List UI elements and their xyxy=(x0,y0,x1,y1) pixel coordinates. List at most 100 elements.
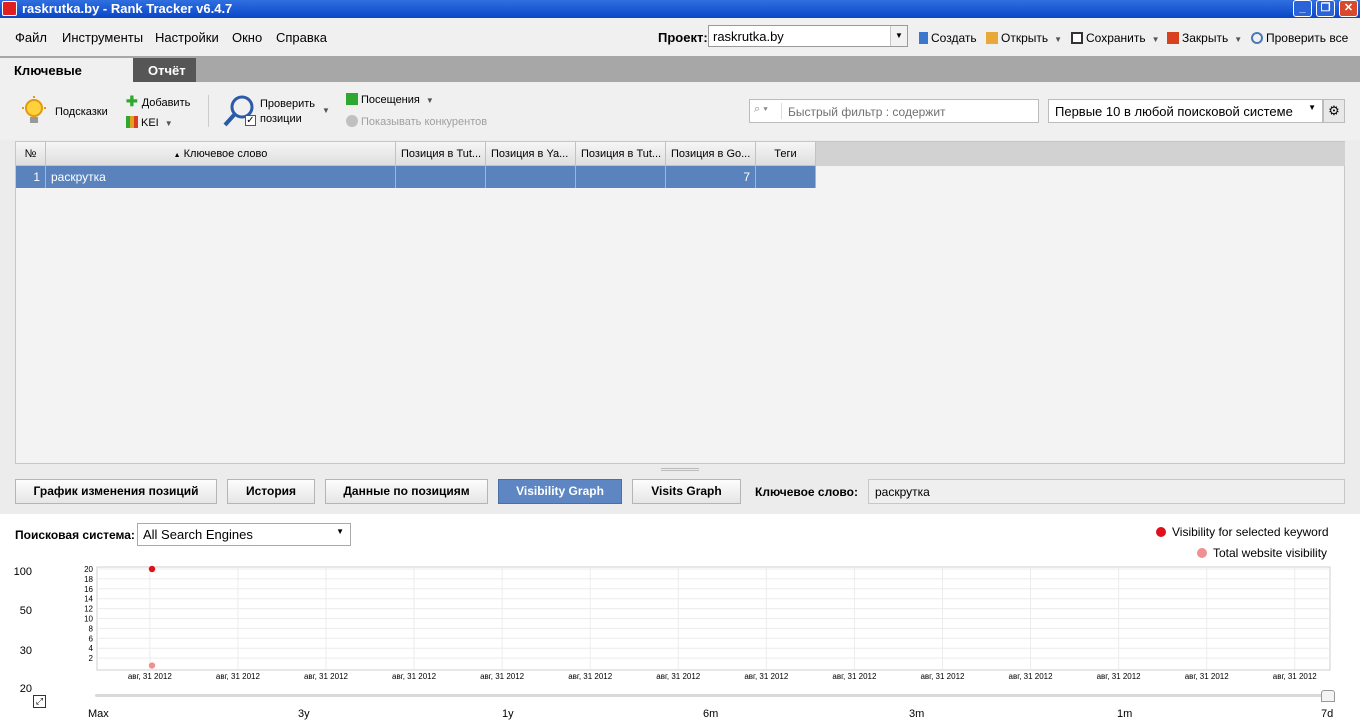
column-header-number[interactable]: № xyxy=(16,142,46,166)
show-competitors-button[interactable]: Показывать конкурентов xyxy=(346,115,487,128)
menu-window[interactable]: Окно xyxy=(232,30,262,45)
kei-button[interactable]: KEI ▼ xyxy=(126,116,173,129)
timeline-label[interactable]: 1m xyxy=(1117,708,1132,720)
timeline-label[interactable]: Max xyxy=(88,708,109,720)
left-axis-tick: 30 xyxy=(19,645,32,657)
check-positions-label-2: позиции xyxy=(260,113,302,125)
y-tick-label: 10 xyxy=(84,615,93,624)
y-tick-label: 8 xyxy=(89,624,94,633)
menu-tools[interactable]: Инструменты xyxy=(62,30,143,45)
keywords-table: № ▲ Ключевое слово Позиция в Tut... Пози… xyxy=(15,141,1345,464)
y-tick-label: 14 xyxy=(84,595,93,604)
maximize-button[interactable]: ❐ xyxy=(1316,0,1335,17)
tab-visits-graph[interactable]: Visits Graph xyxy=(632,479,741,504)
keyword-label: Ключевое слово: xyxy=(755,485,858,499)
visits-button[interactable]: Посещения ▼ xyxy=(346,93,434,106)
legend-dot-selected xyxy=(1156,527,1166,537)
tab-position-graph[interactable]: График изменения позиций xyxy=(15,479,217,504)
app-icon xyxy=(2,1,17,16)
project-select[interactable]: raskrutka.by ▼ xyxy=(708,25,908,47)
y-tick-label: 12 xyxy=(84,605,93,614)
sort-asc-icon: ▲ xyxy=(173,152,181,159)
timeline-slider-handle[interactable] xyxy=(1321,690,1335,702)
legend-total: Total website visibility xyxy=(1197,546,1327,560)
save-button[interactable]: Сохранить ▼ xyxy=(1071,31,1160,45)
minimize-button[interactable]: _ xyxy=(1293,0,1312,17)
create-button[interactable]: Создать xyxy=(919,31,977,45)
x-tick-label: авг, 31 2012 xyxy=(832,672,877,681)
quick-filter-input[interactable]: ⌕ ▾ Быстрый фильтр : содержит xyxy=(749,99,1039,123)
title-bar: raskrutka.by - Rank Tracker v6.4.7 _ ❐ ✕ xyxy=(0,0,1360,18)
check-all-button[interactable]: Проверить все xyxy=(1251,31,1348,45)
tab-position-data[interactable]: Данные по позициям xyxy=(325,479,488,504)
refresh-icon xyxy=(1251,32,1263,44)
header-filler xyxy=(816,142,1345,166)
timeline-label[interactable]: 1y xyxy=(502,708,514,720)
row-pos-tut1 xyxy=(396,166,486,188)
menu-help[interactable]: Справка xyxy=(276,30,327,45)
left-axis-tick: 20 xyxy=(19,683,32,695)
project-value: raskrutka.by xyxy=(713,29,784,44)
row-number: 1 xyxy=(16,166,46,188)
y-tick-label: 2 xyxy=(89,654,94,663)
check-positions-label[interactable]: Проверить xyxy=(260,98,315,110)
folder-icon xyxy=(986,32,998,44)
lightbulb-icon xyxy=(20,96,48,126)
x-tick-label: авг, 31 2012 xyxy=(1185,672,1230,681)
panel-splitter[interactable] xyxy=(661,468,699,471)
tab-visibility-graph[interactable]: Visibility Graph xyxy=(498,479,622,504)
search-engine-label: Поисковая система: xyxy=(15,528,135,542)
x-tick-label: авг, 31 2012 xyxy=(1097,672,1142,681)
x-tick-label: авг, 31 2012 xyxy=(216,672,261,681)
chevron-down-icon: ▼ xyxy=(164,119,173,128)
search-icon[interactable]: ⌕ ▾ xyxy=(754,103,782,119)
left-axis-tick: 50 xyxy=(19,605,32,617)
left-axis-tick: 100 xyxy=(13,566,32,578)
open-button[interactable]: Открыть ▼ xyxy=(986,31,1062,45)
gear-icon[interactable]: ⚙ xyxy=(1323,99,1345,123)
visibility-chart: 2468101214161820 авг, 31 2012 авг, 31 2012… xyxy=(84,565,1331,681)
toolbar-divider xyxy=(208,95,209,127)
column-header-pos-tut2[interactable]: Позиция в Tut... xyxy=(576,142,666,166)
y-tick-label: 20 xyxy=(84,565,93,574)
x-tick-label: авг, 31 2012 xyxy=(1273,672,1318,681)
column-header-tags[interactable]: Теги xyxy=(756,142,816,166)
timeline-label[interactable]: 7d xyxy=(1321,708,1333,720)
add-keyword-button[interactable]: ✚ Добавить xyxy=(126,93,190,110)
close-project-button[interactable]: Закрыть ▼ xyxy=(1167,31,1242,45)
x-tick-label: авг, 31 2012 xyxy=(920,672,965,681)
chevron-down-icon[interactable]: ▼ xyxy=(890,26,907,46)
x-tick-label: авг, 31 2012 xyxy=(656,672,701,681)
column-header-pos-tut1[interactable]: Позиция в Tut... xyxy=(396,142,486,166)
chevron-down-icon: ▼ xyxy=(1234,35,1243,44)
timeline-label[interactable]: 6m xyxy=(703,708,718,720)
close-window-button[interactable]: ✕ xyxy=(1339,0,1358,17)
hints-button[interactable]: Подсказки xyxy=(55,106,108,118)
column-header-pos-yandex[interactable]: Позиция в Ya... xyxy=(486,142,576,166)
row-pos-google: 7 xyxy=(666,166,756,188)
y-tick-label: 18 xyxy=(84,575,93,584)
chevron-down-icon[interactable]: ▼ xyxy=(322,106,330,115)
search-engine-select[interactable]: All Search Engines ▼ xyxy=(137,523,351,546)
menu-file[interactable]: Файл xyxy=(15,30,47,45)
tab-keywords[interactable]: Ключевые слова xyxy=(0,58,133,93)
timeline-label[interactable]: 3y xyxy=(298,708,310,720)
check-positions-checkbox[interactable]: ✓ xyxy=(245,115,256,126)
x-tick-label: авг, 31 2012 xyxy=(744,672,789,681)
tab-history[interactable]: История xyxy=(227,479,315,504)
column-header-keyword[interactable]: ▲ Ключевое слово xyxy=(46,142,396,166)
menu-settings[interactable]: Настройки xyxy=(155,30,219,45)
top-results-select[interactable]: Первые 10 в любой поисковой системе ▼ xyxy=(1048,99,1323,123)
y-tick-label: 6 xyxy=(89,634,94,643)
chevron-down-icon: ▼ xyxy=(1308,103,1316,112)
x-tick-label: авг, 31 2012 xyxy=(392,672,437,681)
timeline-slider[interactable] xyxy=(95,694,1329,697)
menu-bar: Файл Инструменты Настройки Окно Справка … xyxy=(0,18,1360,56)
chevron-down-icon: ▼ xyxy=(1054,35,1063,44)
x-tick-label: авг, 31 2012 xyxy=(128,672,173,681)
column-header-pos-google[interactable]: Позиция в Go... xyxy=(666,142,756,166)
expand-icon[interactable]: ⤢ xyxy=(33,695,46,708)
tab-report[interactable]: Отчёт xyxy=(133,58,196,82)
chart-icon xyxy=(126,116,138,128)
timeline-label[interactable]: 3m xyxy=(909,708,924,720)
